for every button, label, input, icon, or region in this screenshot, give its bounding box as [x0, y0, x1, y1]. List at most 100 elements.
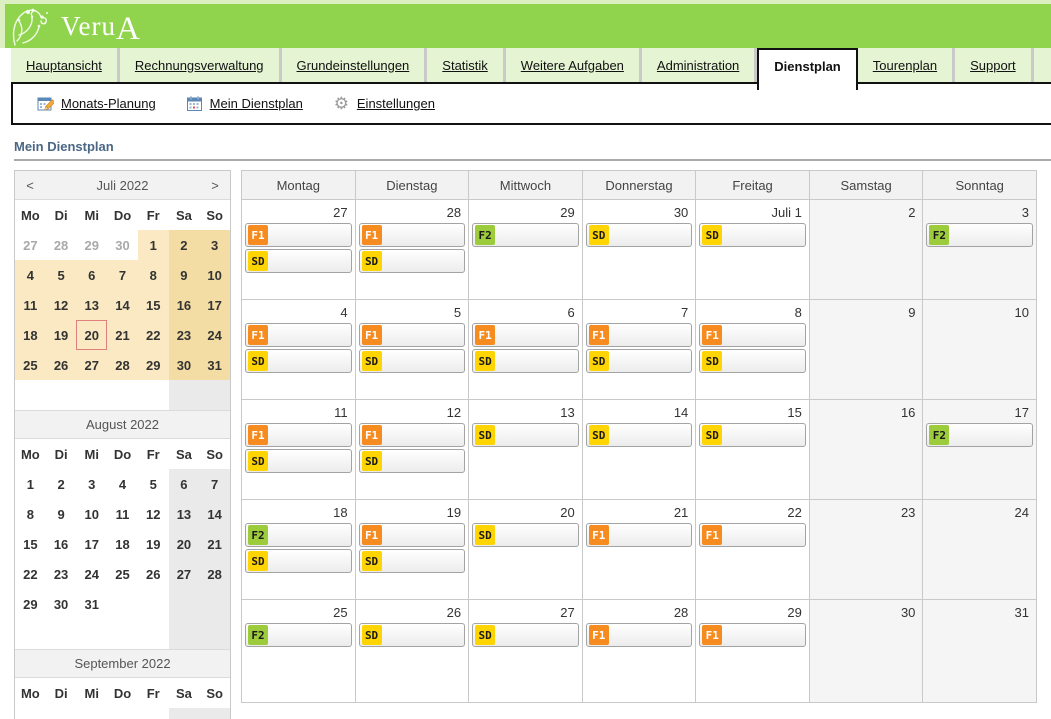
mini-day[interactable]: 17: [199, 290, 230, 320]
mini-day[interactable]: 11: [107, 499, 138, 529]
mini-day[interactable]: 11: [15, 290, 46, 320]
shift-entry[interactable]: SD: [472, 523, 579, 547]
shift-entry[interactable]: F2: [926, 423, 1033, 447]
mini-day[interactable]: 19: [138, 529, 169, 559]
mini-day[interactable]: 16: [46, 529, 77, 559]
mini-day[interactable]: 18: [107, 529, 138, 559]
mini-day[interactable]: 3: [76, 469, 107, 499]
mini-day[interactable]: 12: [46, 290, 77, 320]
calendar-day-cell[interactable]: 10: [923, 300, 1037, 400]
mini-day[interactable]: 6: [76, 260, 107, 290]
calendar-day-cell[interactable]: 3F2: [923, 200, 1037, 300]
mini-day[interactable]: 27: [169, 559, 200, 589]
mini-day[interactable]: 23: [46, 559, 77, 589]
mini-day[interactable]: 29: [138, 350, 169, 380]
calendar-day-cell[interactable]: 17F2: [923, 400, 1037, 500]
mini-day[interactable]: 30: [169, 350, 200, 380]
mini-day[interactable]: 14: [107, 290, 138, 320]
calendar-day-cell[interactable]: 28F1: [583, 600, 697, 703]
prev-month-button[interactable]: <: [15, 178, 45, 193]
einstellungen-link[interactable]: ⚙Einstellungen: [333, 95, 435, 112]
mini-day[interactable]: 14: [199, 499, 230, 529]
mini-day[interactable]: 6: [169, 469, 200, 499]
mini-day[interactable]: 30: [46, 589, 77, 619]
shift-entry[interactable]: SD: [359, 549, 466, 573]
mini-day[interactable]: 28: [46, 230, 77, 260]
calendar-day-cell[interactable]: 13SD: [469, 400, 583, 500]
mini-day[interactable]: 26: [138, 559, 169, 589]
mini-day[interactable]: 2: [138, 708, 169, 719]
mini-day[interactable]: 5: [138, 469, 169, 499]
calendar-day-cell[interactable]: 9: [810, 300, 924, 400]
next-month-button[interactable]: >: [200, 178, 230, 193]
mein-dienstplan-link[interactable]: Mein Dienstplan: [186, 95, 303, 112]
calendar-day-cell[interactable]: 7F1SD: [583, 300, 697, 400]
tab-rechnungsverwaltung[interactable]: Rechnungsverwaltung: [120, 48, 282, 82]
mini-day[interactable]: 30: [107, 230, 138, 260]
shift-entry[interactable]: SD: [359, 623, 466, 647]
calendar-day-cell[interactable]: 2: [810, 200, 924, 300]
mini-day[interactable]: 4: [199, 708, 230, 719]
shift-entry[interactable]: SD: [699, 349, 806, 373]
shift-entry[interactable]: F1: [699, 523, 806, 547]
mini-day[interactable]: 20: [169, 529, 200, 559]
mini-day[interactable]: 10: [199, 260, 230, 290]
shift-entry[interactable]: F1: [359, 323, 466, 347]
shift-entry[interactable]: F2: [472, 223, 579, 247]
calendar-day-cell[interactable]: 30: [810, 600, 924, 703]
shift-entry[interactable]: F1: [359, 523, 466, 547]
mini-day[interactable]: 21: [107, 320, 138, 350]
mini-day[interactable]: 20: [76, 320, 107, 350]
shift-entry[interactable]: SD: [245, 349, 352, 373]
shift-entry[interactable]: SD: [699, 423, 806, 447]
calendar-day-cell[interactable]: 23: [810, 500, 924, 600]
mini-day[interactable]: 3: [199, 230, 230, 260]
tab-dienstplan[interactable]: Dienstplan: [757, 48, 857, 90]
mini-day[interactable]: 22: [138, 320, 169, 350]
shift-entry[interactable]: F1: [245, 423, 352, 447]
shift-entry[interactable]: SD: [472, 349, 579, 373]
calendar-day-cell[interactable]: 21F1: [583, 500, 697, 600]
mini-day[interactable]: 1: [107, 708, 138, 719]
shift-entry[interactable]: SD: [359, 349, 466, 373]
shift-entry[interactable]: SD: [245, 249, 352, 273]
mini-day[interactable]: 12: [138, 499, 169, 529]
mini-day[interactable]: 31: [199, 350, 230, 380]
shift-entry[interactable]: SD: [586, 223, 693, 247]
mini-day[interactable]: 24: [76, 559, 107, 589]
shift-entry[interactable]: F2: [245, 523, 352, 547]
shift-entry[interactable]: SD: [472, 623, 579, 647]
mini-day[interactable]: 13: [169, 499, 200, 529]
calendar-day-cell[interactable]: 19F1SD: [356, 500, 470, 600]
mini-day[interactable]: 19: [46, 320, 77, 350]
mini-day[interactable]: 4: [107, 469, 138, 499]
calendar-day-cell[interactable]: 27SD: [469, 600, 583, 703]
calendar-day-cell[interactable]: 15SD: [696, 400, 810, 500]
calendar-day-cell[interactable]: 16: [810, 400, 924, 500]
mini-day[interactable]: 25: [15, 350, 46, 380]
calendar-day-cell[interactable]: 18F2SD: [242, 500, 356, 600]
shift-entry[interactable]: SD: [699, 223, 806, 247]
calendar-day-cell[interactable]: 29F1: [696, 600, 810, 703]
mini-day[interactable]: 18: [15, 320, 46, 350]
mini-day[interactable]: 13: [76, 290, 107, 320]
calendar-day-cell[interactable]: Juli 1SD: [696, 200, 810, 300]
calendar-day-cell[interactable]: 5F1SD: [356, 300, 470, 400]
calendar-day-cell[interactable]: 11F1SD: [242, 400, 356, 500]
calendar-day-cell[interactable]: 24: [923, 500, 1037, 600]
mini-day[interactable]: 21: [199, 529, 230, 559]
mini-day[interactable]: 29: [15, 589, 46, 619]
shift-entry[interactable]: F1: [586, 323, 693, 347]
mini-day[interactable]: 8: [138, 260, 169, 290]
mini-day[interactable]: 2: [169, 230, 200, 260]
tab-weitere-aufgaben[interactable]: Weitere Aufgaben: [506, 48, 642, 82]
calendar-day-cell[interactable]: 22F1: [696, 500, 810, 600]
mini-day[interactable]: 28: [199, 559, 230, 589]
calendar-day-cell[interactable]: 29F2: [469, 200, 583, 300]
mini-day[interactable]: 15: [15, 529, 46, 559]
mini-day[interactable]: 9: [169, 260, 200, 290]
mini-day[interactable]: 2: [46, 469, 77, 499]
calendar-day-cell[interactable]: 12F1SD: [356, 400, 470, 500]
mini-day[interactable]: 25: [107, 559, 138, 589]
mini-day[interactable]: 23: [169, 320, 200, 350]
